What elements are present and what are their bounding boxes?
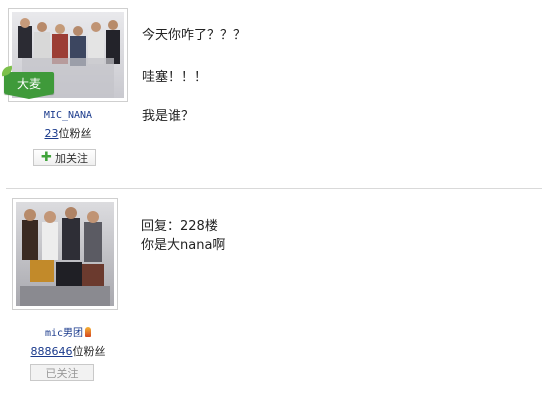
post-line: 哇塞！！！ (142, 70, 208, 85)
avatar[interactable] (12, 198, 118, 310)
fans-count-link[interactable]: 23 (45, 127, 59, 140)
post-line: 你是大nana啊 (141, 238, 226, 253)
plus-icon: ✚ (41, 150, 52, 165)
fans-count: 23位粉丝 (8, 125, 128, 141)
fans-suffix: 位粉丝 (58, 127, 92, 140)
post-2: mic男团 888646位粉丝 已关注 回复：228楼 你是大nana啊 (0, 189, 542, 404)
followed-button-label: 已关注 (45, 366, 79, 380)
fans-count: 888646位粉丝 (8, 343, 128, 359)
username-text: mic男团 (44, 328, 84, 339)
follow-button[interactable]: ✚ 加关注 (33, 149, 96, 166)
level-badge: 大麦 (0, 65, 54, 99)
username-link[interactable]: mic男团 (8, 324, 128, 339)
level-badge-label: 大麦 (16, 76, 41, 91)
followed-button[interactable]: 已关注 (30, 364, 94, 381)
post-content: 回复：228楼 你是大nana啊 (141, 215, 225, 253)
post-line: 今天你咋了？？？ (142, 28, 247, 43)
follow-button-label: 加关注 (54, 151, 88, 165)
fans-suffix: 位粉丝 (72, 345, 106, 358)
fire-icon (85, 327, 92, 337)
fans-count-link[interactable]: 888646 (31, 345, 73, 358)
group-photo-image (16, 202, 114, 306)
username-link[interactable]: MIC_NANA (8, 110, 128, 121)
post-1: 大麦 MIC_NANA 23位粉丝 ✚ 加关注 今天你咋了？？？ 哇塞！！！ 我… (0, 0, 542, 188)
post-line: 回复：228楼 (141, 219, 218, 234)
group-photo (16, 202, 114, 306)
post-line: 我是谁？ (142, 109, 195, 124)
